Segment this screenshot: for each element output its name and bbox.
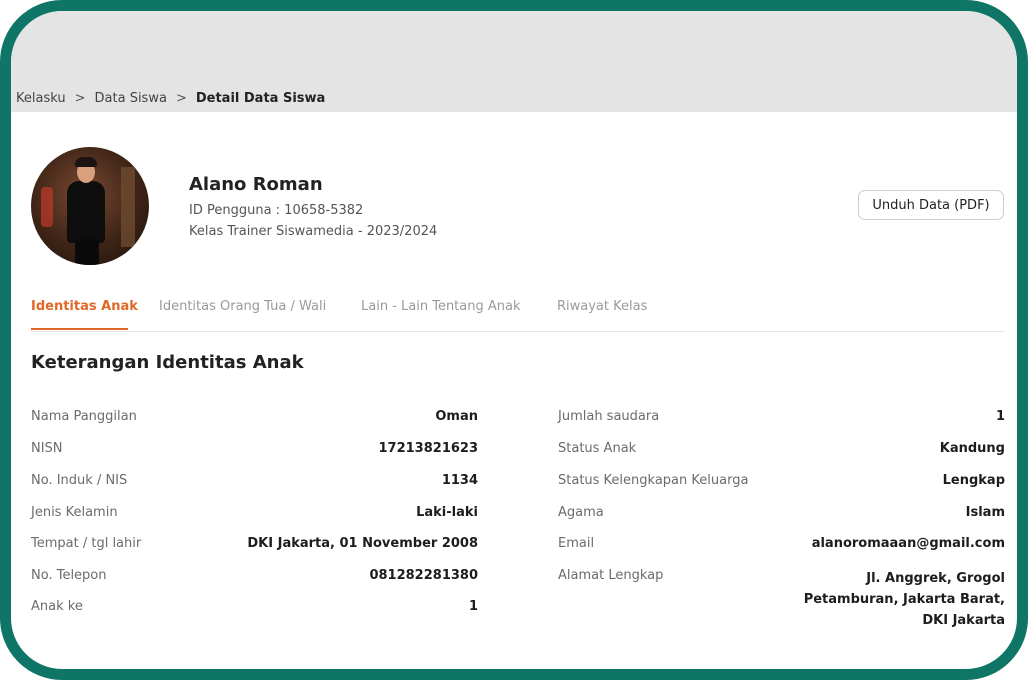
section-title: Keterangan Identitas Anak [31, 352, 304, 373]
field-label: Status Kelengkapan Keluarga [558, 473, 749, 488]
field-row: Status Kelengkapan Keluarga Lengkap [558, 473, 1005, 493]
field-value: alanoromaaan@gmail.com [811, 536, 1005, 551]
class-info: Kelas Trainer Siswamedia - 2023/2024 [189, 224, 438, 239]
field-row: Email alanoromaaan@gmail.com [558, 536, 1005, 556]
avatar [31, 147, 149, 265]
field-row: NISN 17213821623 [31, 441, 478, 461]
field-value: Kandung [939, 441, 1005, 456]
tab-bar: Identitas Anak Identitas Orang Tua / Wal… [31, 298, 1005, 332]
tab-lain-lain[interactable]: Lain - Lain Tentang Anak [361, 299, 521, 314]
user-id: ID Pengguna : 10658-5382 [189, 203, 364, 218]
field-value: 1 [468, 599, 478, 614]
field-value: 17213821623 [378, 441, 479, 456]
field-value: 081282281380 [369, 568, 478, 583]
field-row: Agama Islam [558, 505, 1005, 525]
student-name: Alano Roman [189, 174, 323, 195]
field-row: Nama Panggilan Oman [31, 409, 478, 429]
field-label: No. Telepon [31, 568, 107, 583]
field-value: DKI Jakarta, 01 November 2008 [247, 536, 478, 551]
field-row: Jenis Kelamin Laki-laki [31, 505, 478, 525]
tab-identitas-anak[interactable]: Identitas Anak [31, 299, 138, 314]
active-tab-indicator [31, 328, 128, 330]
field-label: No. Induk / NIS [31, 473, 128, 488]
field-label: Jumlah saudara [558, 409, 660, 424]
field-value: Lengkap [942, 473, 1005, 488]
field-value: Laki-laki [416, 505, 478, 520]
field-label: Nama Panggilan [31, 409, 137, 424]
field-label: Status Anak [558, 441, 637, 456]
tab-identitas-orang-tua[interactable]: Identitas Orang Tua / Wali [159, 299, 326, 314]
field-label: Agama [558, 505, 604, 520]
field-label: NISN [31, 441, 63, 456]
download-pdf-button[interactable]: Unduh Data (PDF) [858, 190, 1004, 220]
field-row: No. Induk / NIS 1134 [31, 473, 478, 493]
breadcrumb-separator: > [175, 91, 187, 106]
field-label: Alamat Lengkap [558, 568, 664, 583]
field-row: Anak ke 1 [31, 599, 478, 619]
field-value: Jl. Anggrek, Grogol Petamburan, Jakarta … [803, 571, 1005, 628]
field-row: Tempat / tgl lahir DKI Jakarta, 01 Novem… [31, 536, 478, 556]
field-row: No. Telepon 081282281380 [31, 568, 478, 588]
breadcrumb-item-kelasku[interactable]: Kelasku [16, 91, 66, 106]
tab-riwayat-kelas[interactable]: Riwayat Kelas [557, 299, 647, 314]
field-row: Status Anak Kandung [558, 441, 1005, 461]
app-frame: Kelasku > Data Siswa > Detail Data Siswa Ala… [0, 0, 1028, 680]
field-row: Jumlah saudara 1 [558, 409, 1005, 429]
field-value: 1134 [441, 473, 478, 488]
field-row: Alamat Lengkap Jl. Anggrek, Grogol Petam… [558, 568, 1005, 634]
field-label: Email [558, 536, 595, 551]
field-label: Tempat / tgl lahir [31, 536, 142, 551]
top-bar: Kelasku > Data Siswa > Detail Data Siswa [11, 11, 1017, 112]
breadcrumb-separator: > [74, 91, 86, 106]
field-value: 1 [995, 409, 1005, 424]
field-label: Jenis Kelamin [31, 505, 118, 520]
field-value: Islam [965, 505, 1005, 520]
field-label: Anak ke [31, 599, 83, 614]
field-value: Oman [435, 409, 478, 424]
breadcrumb: Kelasku > Data Siswa > Detail Data Siswa [16, 91, 325, 106]
breadcrumb-current: Detail Data Siswa [195, 91, 326, 106]
breadcrumb-item-data-siswa[interactable]: Data Siswa [95, 91, 167, 106]
